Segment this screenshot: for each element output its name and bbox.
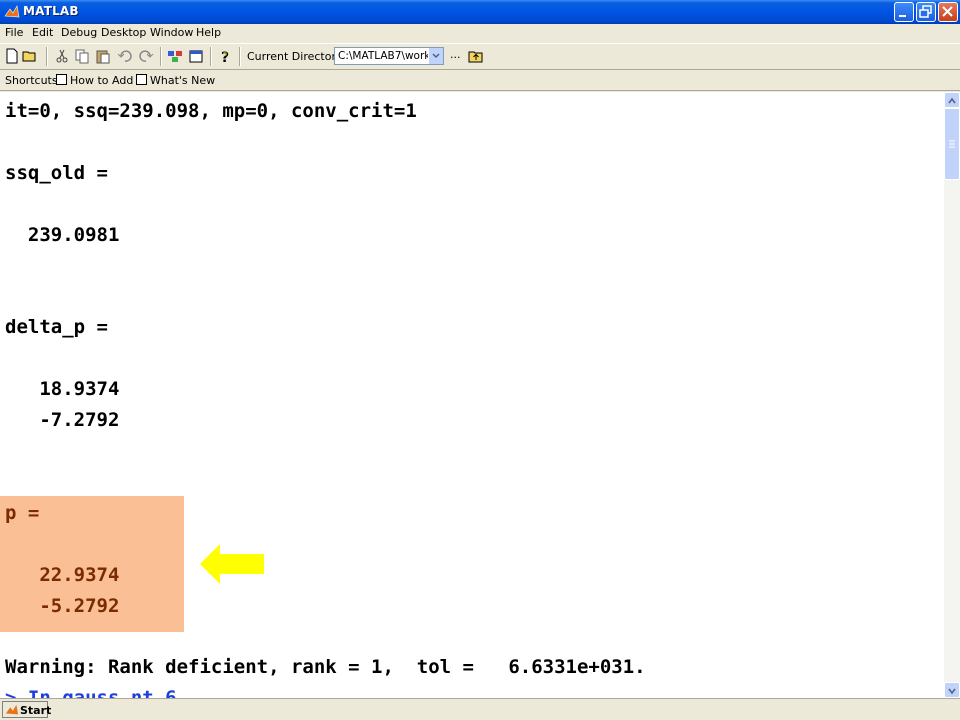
minimize-button[interactable] (894, 2, 914, 22)
matlab-logo-icon (5, 704, 19, 715)
shortcut-icon (136, 74, 147, 85)
current-directory-dropdown[interactable] (428, 48, 443, 64)
output-line: -7.2792 (5, 409, 120, 431)
menu-help[interactable]: Help (196, 26, 221, 39)
menu-bar: File Edit Debug Desktop Window Help (0, 24, 960, 43)
close-button[interactable] (938, 2, 958, 22)
vertical-scrollbar[interactable] (944, 92, 960, 698)
copy-icon[interactable] (74, 48, 90, 64)
command-window[interactable]: it=0, ssq=239.098, mp=0, conv_crit=1 ssq… (0, 92, 944, 698)
paste-icon[interactable] (95, 48, 111, 64)
chevron-down-icon (432, 53, 440, 59)
error-link-line[interactable]: > In gauss_nt 6 (5, 687, 177, 698)
up-folder-icon[interactable] (468, 48, 484, 64)
toolbar-separator (239, 47, 241, 66)
open-folder-icon[interactable] (22, 48, 38, 64)
scroll-thumb[interactable] (944, 108, 960, 180)
toolbar: ? Current Directory: C:\MATLAB7\work ... (0, 43, 960, 70)
grip-icon (949, 140, 955, 148)
toolbar-separator (46, 47, 48, 66)
help-icon[interactable]: ? (217, 48, 233, 64)
restore-icon (919, 5, 932, 18)
toolbar-separator (210, 47, 212, 66)
browse-button[interactable]: ... (450, 48, 461, 61)
output-line: it=0, ssq=239.098, mp=0, conv_crit=1 (5, 100, 417, 122)
scroll-up-button[interactable] (944, 92, 960, 108)
menu-desktop[interactable]: Desktop (101, 26, 146, 39)
maximize-button[interactable] (916, 2, 936, 22)
current-directory-label: Current Directory: (247, 50, 346, 63)
output-line: 22.9374 (5, 564, 120, 586)
yellow-arrow-icon (200, 544, 264, 584)
menu-debug[interactable]: Debug (61, 26, 97, 39)
output-line: 18.9374 (5, 378, 120, 400)
status-bar: Start (0, 698, 960, 720)
scroll-down-button[interactable] (944, 682, 960, 698)
start-label: Start (20, 704, 52, 717)
redo-icon[interactable] (138, 48, 154, 64)
start-button[interactable]: Start (2, 701, 52, 718)
shortcut-how-to-add[interactable]: How to Add (70, 74, 133, 87)
new-file-icon[interactable] (4, 48, 20, 64)
output-line: 239.0981 (5, 224, 120, 246)
output-line: delta_p = (5, 316, 108, 338)
shortcut-icon (56, 74, 67, 85)
output-line: p = (5, 502, 40, 524)
close-icon (942, 6, 953, 17)
output-line: -5.2792 (5, 595, 120, 617)
minimize-icon (899, 15, 906, 17)
menu-edit[interactable]: Edit (32, 26, 53, 39)
matlab-logo-icon (4, 5, 20, 18)
shortcuts-label: Shortcuts (5, 74, 58, 87)
shortcut-whats-new[interactable]: What's New (150, 74, 215, 87)
chevron-up-icon (948, 97, 956, 104)
toolbar-separator (160, 47, 162, 66)
menu-window[interactable]: Window (150, 26, 193, 39)
shortcuts-bar: Shortcuts How to Add What's New (0, 70, 960, 91)
title-bar[interactable]: MATLAB (0, 0, 960, 24)
chevron-down-icon (948, 688, 956, 695)
simulink-icon[interactable] (167, 48, 183, 64)
guide-icon[interactable] (188, 48, 204, 64)
undo-icon[interactable] (117, 48, 133, 64)
window-title: MATLAB (23, 4, 79, 18)
menu-file[interactable]: File (5, 26, 23, 39)
warning-line: Warning: Rank deficient, rank = 1, tol =… (5, 656, 646, 678)
output-line: ssq_old = (5, 162, 108, 184)
cut-icon[interactable] (54, 48, 70, 64)
current-directory-value: C:\MATLAB7\work (338, 50, 431, 62)
current-directory-select[interactable]: C:\MATLAB7\work (334, 47, 444, 65)
